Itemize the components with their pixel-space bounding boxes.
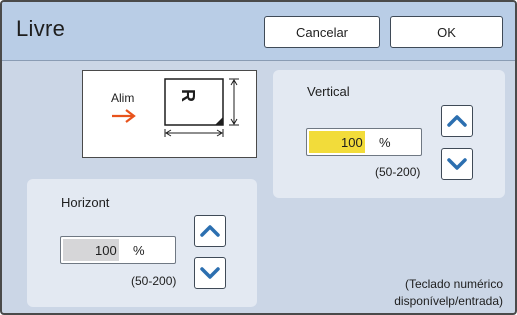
horizontal-unit: % bbox=[133, 243, 145, 258]
dialog-title: Livre bbox=[16, 16, 66, 41]
feed-label: Alim bbox=[111, 91, 135, 105]
paper-dimensions-icon bbox=[164, 78, 239, 137]
horizontal-decrease-button[interactable] bbox=[194, 257, 226, 289]
vertical-unit: % bbox=[379, 135, 391, 150]
vertical-panel: Vertical 100 % (50-200) bbox=[273, 70, 505, 198]
free-size-dialog: Livre Cancelar OK Alim R Vertical 100 % … bbox=[0, 0, 517, 315]
vertical-value-field[interactable]: 100 % bbox=[306, 128, 422, 156]
vertical-label: Vertical bbox=[307, 84, 350, 99]
chevron-down-icon bbox=[200, 267, 220, 279]
vertical-range: (50-200) bbox=[375, 165, 421, 179]
keypad-hint-line1: (Teclado numérico bbox=[404, 277, 503, 291]
horizontal-label: Horizont bbox=[61, 195, 110, 210]
paper-letter: R bbox=[178, 89, 198, 102]
arrow-right-icon bbox=[112, 109, 136, 123]
dialog-header: Livre Cancelar OK bbox=[2, 2, 515, 61]
keypad-hint-line2: disponívelp/entrada) bbox=[394, 294, 503, 308]
horizontal-increase-button[interactable] bbox=[194, 215, 226, 247]
chevron-up-icon bbox=[200, 225, 220, 237]
chevron-up-icon bbox=[447, 115, 467, 127]
horizontal-panel: Horizont 100 % (50-200) bbox=[27, 179, 257, 307]
vertical-value: 100 bbox=[341, 135, 363, 150]
vertical-decrease-button[interactable] bbox=[441, 148, 473, 180]
horizontal-value: 100 bbox=[95, 243, 117, 258]
ok-button[interactable]: OK bbox=[390, 16, 503, 48]
chevron-down-icon bbox=[447, 158, 467, 170]
vertical-increase-button[interactable] bbox=[441, 105, 473, 137]
horizontal-range: (50-200) bbox=[131, 274, 177, 288]
horizontal-value-field[interactable]: 100 % bbox=[60, 236, 176, 264]
cancel-button[interactable]: Cancelar bbox=[264, 16, 380, 48]
paper-diagram: Alim R bbox=[82, 70, 257, 158]
